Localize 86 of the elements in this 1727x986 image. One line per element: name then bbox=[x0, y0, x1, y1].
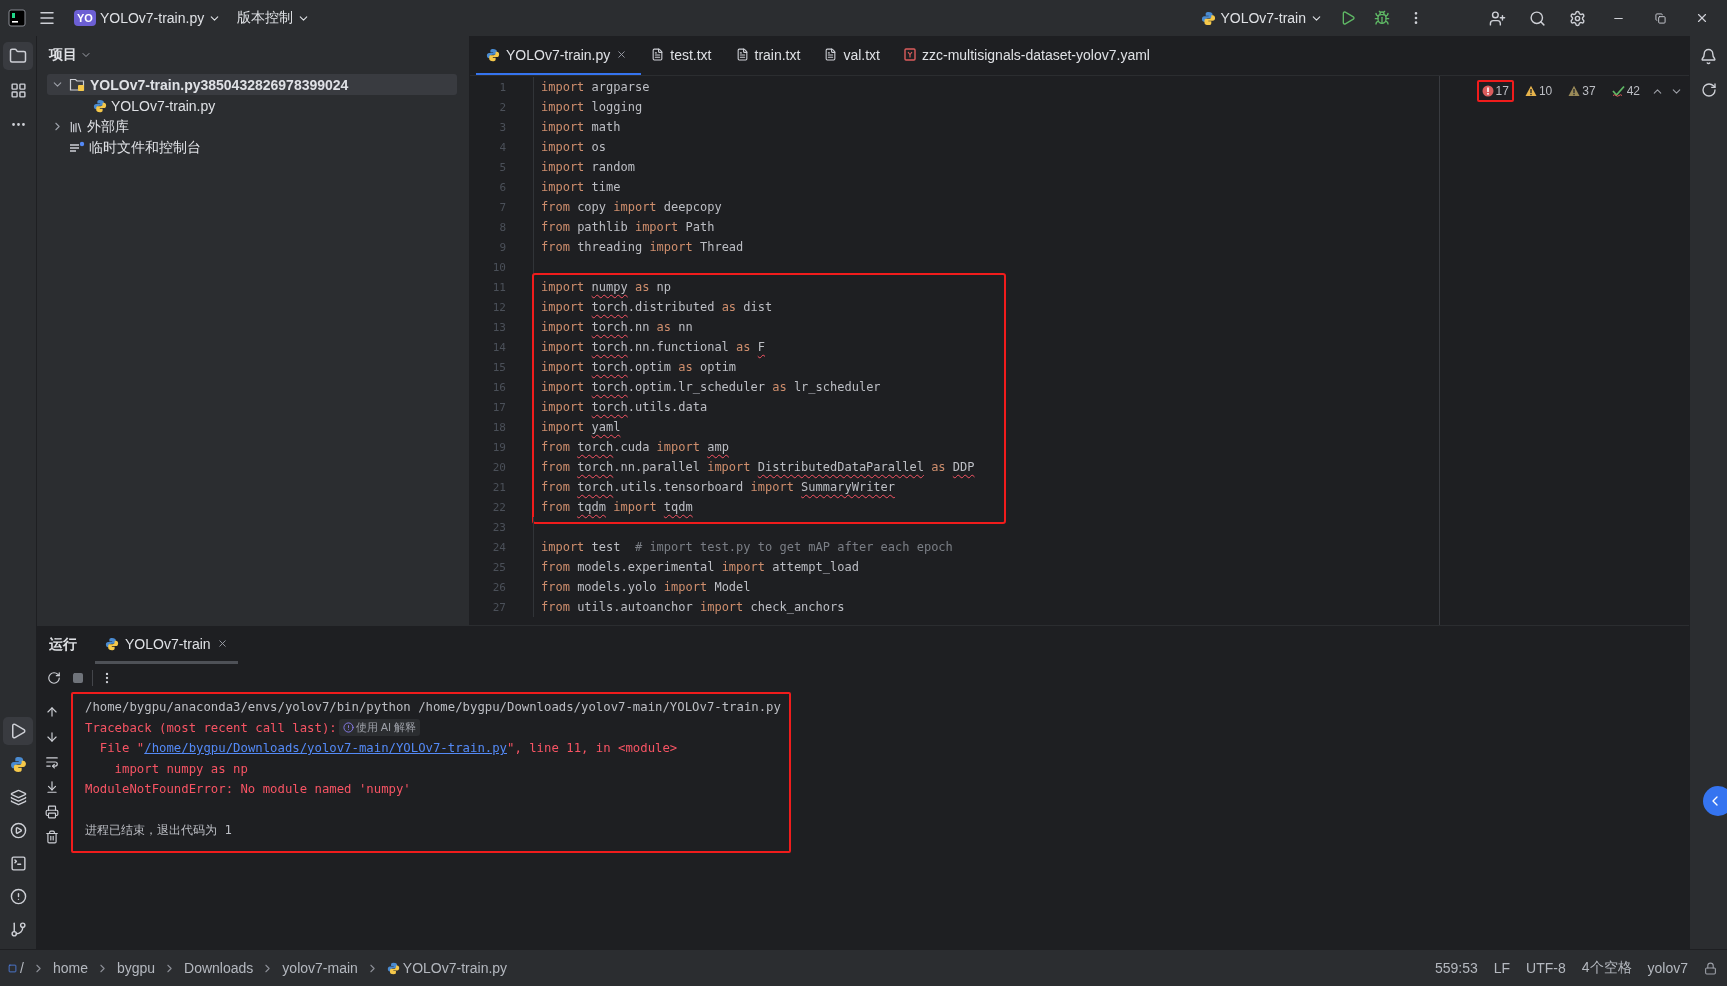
project-view-selector[interactable]: 项目 bbox=[47, 44, 94, 66]
square-icon bbox=[8, 963, 17, 973]
indent-setting[interactable]: 4个空格 bbox=[1581, 959, 1632, 977]
line-separator[interactable]: LF bbox=[1493, 960, 1511, 976]
run-tab[interactable]: YOLOv7-train bbox=[95, 626, 238, 664]
close-icon[interactable] bbox=[216, 638, 228, 649]
file-encoding[interactable]: UTF-8 bbox=[1526, 960, 1566, 976]
interpreter[interactable]: yolov7 bbox=[1647, 960, 1688, 976]
library-icon bbox=[69, 119, 83, 134]
code-line: import torch.utils.data bbox=[541, 400, 708, 414]
tree-item[interactable]: YOLOv7-train.py bbox=[47, 95, 457, 116]
console-line: File "/home/bygpu/Downloads/yolov7-main/YOLOv7-train.py", line 11, in <module> bbox=[98, 740, 679, 758]
inspection-count[interactable]: 37 bbox=[1563, 80, 1601, 102]
python-icon bbox=[105, 636, 119, 651]
editor-tab[interactable]: zzc-multisignals-dataset-yolov7.yaml bbox=[894, 36, 1164, 75]
project-switcher[interactable]: YO YOLOv7-train.py bbox=[68, 6, 228, 30]
code-line: import argparse bbox=[541, 80, 650, 94]
error-icon bbox=[1481, 85, 1494, 97]
breadcrumb[interactable]: YOLOv7-train.py bbox=[386, 960, 508, 976]
yaml-file-icon bbox=[904, 48, 916, 61]
warning-icon bbox=[1524, 85, 1537, 97]
run-panel-title: 运行 bbox=[49, 635, 77, 654]
caret-position[interactable]: 559:53 bbox=[1434, 960, 1478, 976]
folder-icon bbox=[69, 77, 86, 92]
lock-icon[interactable] bbox=[1704, 961, 1717, 975]
code-line: import torch.optim as optim bbox=[541, 360, 737, 374]
breadcrumb[interactable]: Downloads bbox=[184, 960, 254, 976]
breadcrumb[interactable]: bygpu bbox=[116, 960, 156, 976]
breadcrumb[interactable]: yolov7-main bbox=[282, 960, 358, 976]
code-line: import torch.optim.lr_scheduler as lr_scheduler bbox=[541, 380, 881, 394]
breadcrumb[interactable]: home bbox=[52, 960, 88, 976]
vcs-menu[interactable]: 版本控制 bbox=[231, 5, 317, 31]
code-line: import os bbox=[541, 140, 607, 154]
code-line: from utils.autoanchor import check_anchors bbox=[541, 600, 845, 614]
inspection-count[interactable]: 17 bbox=[1476, 80, 1514, 102]
python-icon bbox=[386, 961, 400, 975]
collapse-button[interactable] bbox=[1702, 786, 1727, 816]
editor-tab[interactable]: train.txt bbox=[725, 36, 815, 75]
tree-item[interactable]: 外部库 bbox=[47, 116, 457, 137]
console-line: 进程已结束，退出代码为 1 bbox=[85, 821, 233, 839]
code-line: import torch.nn.functional as F bbox=[541, 340, 765, 354]
tree-item[interactable]: YOLOv7-train.py3850432826978399024 bbox=[47, 74, 457, 95]
code-line: from torch.cuda import amp bbox=[541, 440, 729, 454]
code-line: import numpy as np bbox=[541, 280, 672, 294]
python-file-icon bbox=[486, 47, 500, 62]
code-line: import torch.nn as nn bbox=[541, 320, 693, 334]
editor-tab[interactable]: val.txt bbox=[814, 36, 894, 75]
folder-icon[interactable] bbox=[3, 42, 33, 70]
console-line: ModuleNotFoundError: No module named 'numpy' bbox=[85, 781, 412, 799]
console-line: import numpy as np bbox=[113, 760, 249, 778]
code-line: import torch.distributed as dist bbox=[541, 300, 773, 314]
code-line: from torch.utils.tensorboard import SummaryWriter bbox=[541, 480, 896, 494]
code-line: import random bbox=[541, 160, 635, 174]
code-line: import yaml bbox=[541, 420, 621, 434]
breadcrumb[interactable]: / bbox=[8, 960, 24, 976]
text-file-icon bbox=[824, 48, 838, 61]
ai-explain-button[interactable]: 使用 AI 解释 bbox=[338, 719, 421, 737]
code-line: from models.yolo import Model bbox=[541, 580, 751, 594]
console-line: Traceback (most recent call last): 使用 AI 解释 bbox=[85, 717, 781, 738]
run-config-selector[interactable]: YOLOv7-train bbox=[1195, 6, 1329, 30]
console-line: /home/bygpu/anaconda3/envs/yolov7/bin/python /home/bygpu/Downloads/yolov7-main/YOLOv7-train.py bbox=[85, 699, 781, 717]
text-file-icon bbox=[735, 48, 749, 61]
code-line: from models.experimental import attempt_load bbox=[541, 560, 859, 574]
text-file-icon bbox=[651, 48, 665, 61]
scratch-icon bbox=[69, 140, 85, 155]
code-line: from torch.nn.parallel import DistributedDataParallel as DDP bbox=[541, 460, 975, 474]
run-icon[interactable] bbox=[3, 717, 33, 745]
code-line: import math bbox=[541, 120, 621, 134]
code-line: from pathlib import Path bbox=[541, 220, 715, 234]
editor-tab[interactable]: test.txt bbox=[641, 36, 726, 75]
warning-icon bbox=[1568, 85, 1581, 97]
file-link[interactable]: /home/bygpu/Downloads/yolov7-main/YOLOv7-train.py bbox=[144, 741, 507, 756]
inspection-count[interactable]: 42 bbox=[1606, 80, 1645, 102]
code-line: from threading import Thread bbox=[541, 240, 744, 254]
code-line: import test # import test.py to get mAP after each epoch bbox=[541, 540, 953, 554]
tree-item[interactable]: 临时文件和控制台 bbox=[47, 137, 457, 158]
inspection-count[interactable]: 10 bbox=[1519, 80, 1558, 102]
app-logo-icon bbox=[8, 9, 26, 27]
python-icon bbox=[1201, 10, 1217, 26]
typo-check-icon bbox=[1611, 85, 1625, 97]
code-line: from tqdm import tqdm bbox=[541, 500, 693, 514]
code-line: import time bbox=[541, 180, 621, 194]
code-line: from copy import deepcopy bbox=[541, 200, 722, 214]
code-line: import logging bbox=[541, 100, 643, 114]
close-icon[interactable] bbox=[616, 49, 628, 60]
python-file-icon bbox=[93, 98, 107, 113]
